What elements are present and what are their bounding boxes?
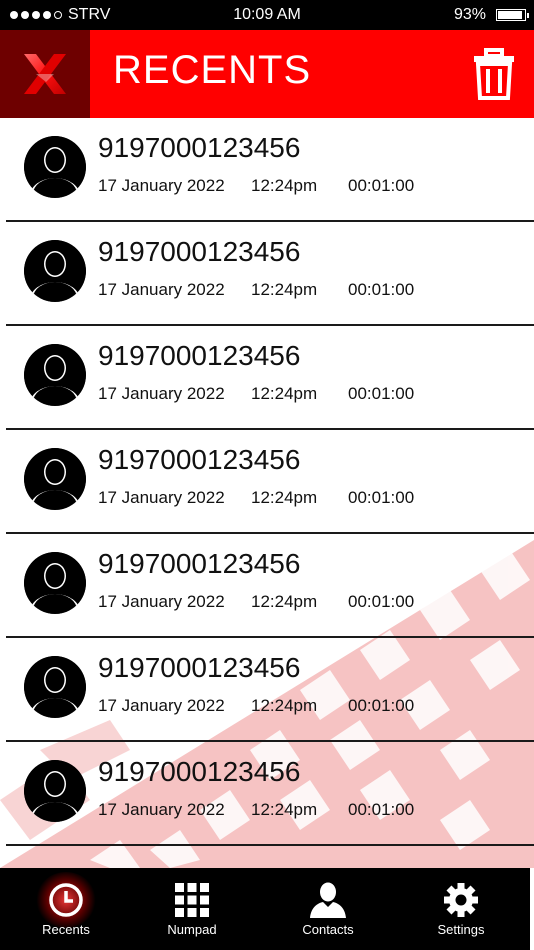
- call-date: 17 January 2022: [98, 280, 225, 299]
- battery-icon: [496, 9, 529, 21]
- clock-icon: [49, 883, 83, 917]
- phone-number: 9197000123456: [98, 756, 301, 787]
- call-date: 17 January 2022: [98, 176, 225, 195]
- tab-contacts[interactable]: Contacts: [262, 868, 394, 950]
- call-duration: 00:01:00: [348, 280, 415, 299]
- call-duration: 00:01:00: [348, 800, 415, 819]
- tab-numpad[interactable]: Numpad: [126, 868, 258, 950]
- call-list-item[interactable]: 9197000123456 17 January 2022 12:24pm 00…: [6, 430, 534, 534]
- call-time: 12:24pm: [251, 176, 318, 195]
- avatar: [24, 656, 86, 718]
- x-logo-icon: [24, 54, 66, 94]
- person-avatar-icon: [24, 240, 86, 302]
- tab-settings[interactable]: Settings: [395, 868, 527, 950]
- call-date: 17 January 2022: [98, 592, 225, 611]
- call-list-item[interactable]: 9197000123456 17 January 2022 12:24pm 00…: [6, 222, 534, 326]
- phone-number: 9197000123456: [98, 340, 301, 371]
- avatar: [24, 344, 86, 406]
- call-date: 17 January 2022: [98, 696, 225, 715]
- avatar: [24, 136, 86, 198]
- avatar: [24, 240, 86, 302]
- phone-number: 9197000123456: [98, 444, 301, 475]
- tab-label: Settings: [437, 922, 485, 937]
- call-date: 17 January 2022: [98, 384, 225, 403]
- tab-bar: Recents Numpad Contacts Settings: [0, 868, 530, 950]
- call-duration: 00:01:00: [348, 696, 415, 715]
- tab-recents[interactable]: Recents: [0, 868, 132, 950]
- trash-icon: [474, 48, 514, 100]
- call-duration: 00:01:00: [348, 176, 415, 195]
- person-avatar-icon: [24, 136, 86, 198]
- phone-number: 9197000123456: [98, 132, 301, 163]
- call-time: 12:24pm: [251, 696, 318, 715]
- numpad-icon: [175, 883, 209, 917]
- call-time: 12:24pm: [251, 384, 318, 403]
- avatar: [24, 760, 86, 822]
- gear-icon: [444, 883, 478, 917]
- tab-label: Numpad: [167, 922, 217, 937]
- person-avatar-icon: [24, 760, 86, 822]
- call-duration: 00:01:00: [348, 592, 415, 611]
- call-time: 12:24pm: [251, 800, 318, 819]
- call-time: 12:24pm: [251, 592, 318, 611]
- call-time: 12:24pm: [251, 488, 318, 507]
- status-bar: STRV 10:09 AM 93%: [0, 0, 534, 30]
- call-duration: 00:01:00: [348, 384, 415, 403]
- page-title: RECENTS: [113, 48, 312, 92]
- avatar: [24, 448, 86, 510]
- call-date: 17 January 2022: [98, 488, 225, 507]
- person-avatar-icon: [24, 448, 86, 510]
- call-list-item[interactable]: 9197000123456 17 January 2022 12:24pm 00…: [6, 638, 534, 742]
- call-list-item[interactable]: 9197000123456 17 January 2022 12:24pm 00…: [6, 742, 534, 846]
- person-avatar-icon: [24, 656, 86, 718]
- recents-list: 9197000123456 17 January 2022 12:24pm 00…: [0, 118, 534, 846]
- phone-number: 9197000123456: [98, 652, 301, 683]
- delete-button[interactable]: [472, 48, 516, 100]
- person-avatar-icon: [24, 344, 86, 406]
- battery-info: 93%: [453, 6, 529, 24]
- call-time: 12:24pm: [251, 280, 318, 299]
- phone-number: 9197000123456: [98, 548, 301, 579]
- tab-label: Recents: [42, 922, 90, 937]
- app-header: RECENTS: [0, 30, 534, 118]
- call-duration: 00:01:00: [348, 488, 415, 507]
- tab-label: Contacts: [302, 922, 354, 937]
- call-date: 17 January 2022: [98, 800, 225, 819]
- person-icon: [310, 882, 346, 918]
- person-avatar-icon: [24, 552, 86, 614]
- call-list-item[interactable]: 9197000123456 17 January 2022 12:24pm 00…: [6, 326, 534, 430]
- phone-number: 9197000123456: [98, 236, 301, 267]
- call-list-item[interactable]: 9197000123456 17 January 2022 12:24pm 00…: [6, 534, 534, 638]
- avatar: [24, 552, 86, 614]
- logo-button[interactable]: [0, 30, 90, 118]
- battery-percent: 93%: [453, 6, 486, 23]
- call-list-item[interactable]: 9197000123456 17 January 2022 12:24pm 00…: [6, 118, 534, 222]
